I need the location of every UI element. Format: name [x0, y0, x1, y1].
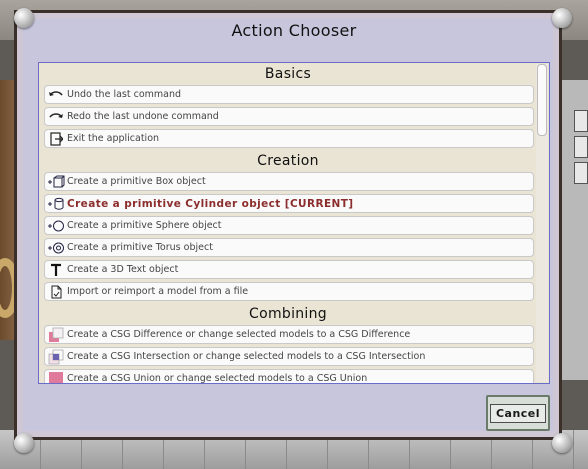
action-item-label: Create a primitive Cylinder object [CURR…	[67, 197, 354, 210]
action-item[interactable]: Undo the last command	[44, 85, 534, 104]
action-item[interactable]: Create a CSG Difference or change select…	[44, 325, 534, 344]
action-item-label: Create a CSG Union or change selected mo…	[67, 373, 368, 384]
scrollbar[interactable]	[536, 64, 548, 382]
cancel-button[interactable]: Cancel	[486, 395, 550, 431]
csg-difference-icon	[47, 326, 65, 343]
sphere-icon	[47, 217, 65, 234]
cancel-button-label: Cancel	[489, 403, 547, 423]
section-header: Basics	[264, 66, 312, 82]
action-item-label: Create a primitive Box object	[67, 176, 206, 187]
section-header: Creation	[257, 153, 319, 169]
action-item[interactable]: Create a primitive Box object	[44, 172, 534, 191]
toolbar-pencil-icon[interactable]	[574, 110, 588, 132]
dialog-title: Action Chooser	[231, 21, 357, 40]
redo-icon	[47, 108, 65, 125]
action-item[interactable]: Create a primitive Torus object	[44, 238, 534, 257]
action-item-label: Create a CSG Intersection or change sele…	[67, 351, 426, 362]
action-item-current[interactable]: Create a primitive Cylinder object [CURR…	[44, 194, 534, 213]
csg-intersection-icon	[47, 348, 65, 365]
scrollbar-thumb[interactable]	[537, 64, 547, 136]
torus-icon	[47, 239, 65, 256]
action-item-label: Create a CSG Difference or change select…	[67, 329, 411, 340]
action-item-label: Exit the application	[67, 133, 160, 144]
import-file-icon	[47, 283, 65, 300]
text-icon	[47, 261, 65, 278]
toolbar-up-arrow-icon[interactable]	[574, 136, 588, 158]
action-list-content: Basics Undo the last command Redo the last…	[42, 64, 534, 384]
action-item[interactable]: Create a CSG Union or change selected mo…	[44, 369, 534, 384]
box-icon	[47, 173, 65, 190]
action-item-label: Undo the last command	[67, 89, 182, 100]
toolbar-down-arrow-icon[interactable]	[574, 162, 588, 184]
action-list[interactable]: Basics Undo the last command Redo the last…	[38, 62, 550, 384]
undo-icon	[47, 86, 65, 103]
action-item[interactable]: Create a CSG Intersection or change sele…	[44, 347, 534, 366]
action-item-label: Create a primitive Sphere object	[67, 220, 222, 231]
action-item[interactable]: Redo the last undone command	[44, 107, 534, 126]
exit-icon	[47, 130, 65, 147]
action-item[interactable]: Import or reimport a model from a file	[44, 282, 534, 301]
action-item[interactable]: Exit the application	[44, 129, 534, 148]
action-item-label: Create a 3D Text object	[67, 264, 179, 275]
frame-corner-knob	[14, 433, 34, 453]
action-item-label: Create a primitive Torus object	[67, 242, 213, 253]
section-header: Combining	[249, 306, 327, 322]
frame-corner-knob	[552, 433, 572, 453]
action-item-label: Redo the last undone command	[67, 111, 219, 122]
action-item-label: Import or reimport a model from a file	[67, 286, 249, 297]
csg-union-icon	[47, 370, 65, 383]
action-item[interactable]: Create a 3D Text object	[44, 260, 534, 279]
cylinder-icon	[47, 195, 65, 212]
action-item[interactable]: Create a primitive Sphere object	[44, 216, 534, 235]
